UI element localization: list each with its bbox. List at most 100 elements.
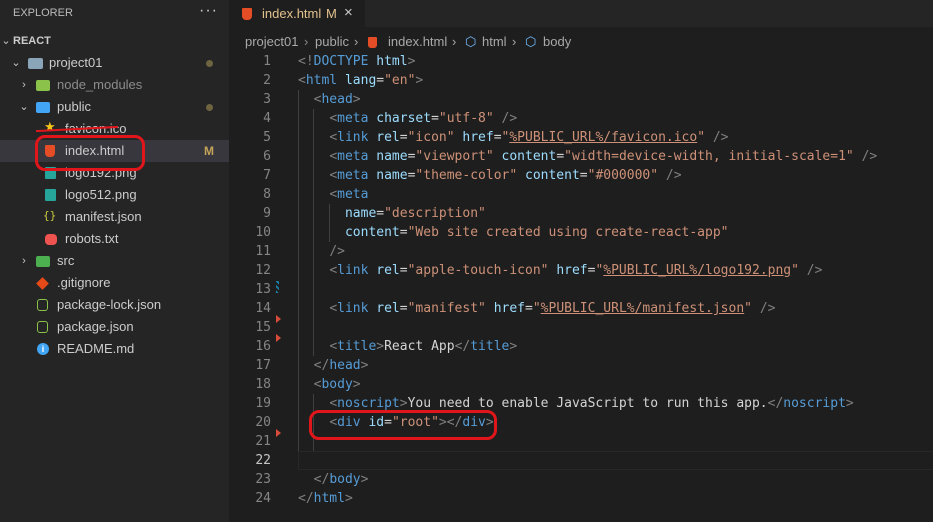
tree-item-label: public — [57, 99, 91, 114]
code-line[interactable]: <!DOCTYPE html> — [298, 52, 415, 71]
code-token: /> — [665, 168, 682, 183]
workspace-root-label: REACT — [13, 35, 51, 47]
code-line[interactable]: <body> — [298, 375, 361, 394]
tab-index-html[interactable]: index.html M × — [229, 0, 365, 27]
code-token: html — [305, 73, 338, 88]
line-number: 21 — [255, 434, 271, 449]
tree-item-public[interactable]: ⌄ public — [0, 96, 229, 118]
code-line[interactable]: <html lang="en"> — [298, 71, 423, 90]
code-token: "icon" — [407, 130, 455, 145]
code-token: < — [329, 301, 338, 316]
breadcrumb-project[interactable]: project01 — [245, 34, 298, 49]
chevron-right-icon: › — [354, 34, 359, 49]
current-line-highlight — [298, 451, 933, 470]
code-line[interactable]: content="Web site created using create-r… — [298, 223, 729, 242]
code-token: href — [556, 263, 588, 278]
code-token: "apple-touch-icon" — [407, 263, 549, 278]
code-token: "utf-8" — [438, 111, 494, 126]
code-line[interactable]: <meta — [298, 185, 368, 204]
code-line[interactable]: <link rel="apple-touch-icon" href="%PUBL… — [298, 261, 822, 280]
code-line[interactable]: <head> — [298, 90, 361, 109]
code-token: "Web site created using create-react-app… — [407, 225, 729, 240]
code-token: < — [329, 339, 338, 354]
breadcrumb-file[interactable]: index.html — [388, 34, 447, 49]
code-token: "#000000" — [587, 168, 659, 183]
line-number: 5 — [263, 130, 271, 145]
code-token: = — [556, 149, 565, 164]
code-token: "description" — [384, 206, 486, 221]
code-line[interactable]: </html> — [298, 489, 353, 508]
breadcrumb-folder[interactable]: public — [315, 34, 349, 49]
code-token: < — [329, 149, 338, 164]
tree-item-manifest[interactable]: {} manifest.json — [0, 206, 229, 228]
error-marker — [276, 315, 281, 323]
tree-item-robots[interactable]: robots.txt — [0, 228, 229, 250]
code-token: title — [337, 339, 377, 354]
more-actions-icon[interactable]: ··· — [199, 2, 218, 20]
tree-item-package-json[interactable]: package.json — [0, 316, 229, 338]
code-line[interactable]: <link rel="icon" href="%PUBLIC_URL%/favi… — [298, 128, 729, 147]
tree-item-logo512[interactable]: logo512.png — [0, 184, 229, 206]
code-token: > — [360, 358, 369, 373]
tree-item-readme[interactable]: i README.md — [0, 338, 229, 360]
code-token: /> — [501, 111, 518, 126]
indent-guide — [298, 90, 299, 470]
code-line[interactable]: </head> — [298, 356, 369, 375]
code-line[interactable]: </body> — [298, 470, 369, 489]
code-token: You need to enable JavaScript to run thi… — [407, 396, 768, 411]
symbol-icon: ⬡ — [525, 34, 537, 49]
image-icon — [45, 189, 56, 201]
code-line[interactable]: <title>React App</title> — [298, 337, 517, 356]
code-token: = — [399, 263, 408, 278]
indent-guide — [329, 204, 330, 242]
code-token: link — [337, 130, 369, 145]
star-icon: ★ — [44, 119, 56, 134]
code-line[interactable]: <meta name="theme-color" content="#00000… — [298, 166, 682, 185]
code-token: /> — [759, 301, 776, 316]
editor-tab-bar: index.html M × — [229, 0, 933, 27]
json-braces-icon: {} — [43, 209, 57, 222]
code-token: "en" — [384, 73, 416, 88]
code-token: %PUBLIC_URL%/manifest.json — [540, 301, 745, 316]
tree-item-label: project01 — [49, 55, 103, 70]
code-token: /> — [861, 149, 878, 164]
folder-open-icon — [28, 58, 43, 69]
tree-item-gitignore[interactable]: .gitignore — [0, 272, 229, 294]
tree-item-package-lock[interactable]: package-lock.json — [0, 294, 229, 316]
tree-item-label: src — [57, 253, 75, 268]
code-token: "viewport" — [415, 149, 494, 164]
code-line[interactable]: name="description" — [298, 204, 486, 223]
code-line[interactable]: /> — [298, 242, 345, 261]
modified-badge: M — [204, 144, 214, 158]
code-token: meta — [337, 168, 369, 183]
code-token: < — [329, 396, 338, 411]
tree-item-label: logo512.png — [65, 187, 137, 202]
code-token: name — [344, 206, 377, 221]
code-line[interactable]: <meta name="viewport" content="width=dev… — [298, 147, 877, 166]
tree-item-project01[interactable]: ⌄ project01 — [0, 52, 229, 74]
line-number: 12 — [255, 263, 271, 278]
code-token: /> — [806, 263, 823, 278]
workspace-root[interactable]: ⌄ REACT — [0, 30, 229, 52]
code-token: > — [352, 92, 361, 107]
breadcrumb-html[interactable]: html — [482, 34, 507, 49]
tree-item-src[interactable]: › src — [0, 250, 229, 272]
code-token: title — [470, 339, 510, 354]
chevron-down-icon: ⌄ — [1, 35, 11, 47]
code-token: < — [329, 130, 338, 145]
tree-item-node-modules[interactable]: › node_modules — [0, 74, 229, 96]
code-line[interactable]: <meta charset="utf-8" /> — [298, 109, 517, 128]
code-line[interactable]: <link rel="manifest" href="%PUBLIC_URL%/… — [298, 299, 775, 318]
code-token: = — [493, 130, 502, 145]
code-token: /> — [712, 130, 729, 145]
src-folder-icon — [36, 256, 50, 267]
code-token: > — [509, 339, 518, 354]
breadcrumb-body[interactable]: body — [543, 34, 571, 49]
code-token: noscript — [337, 396, 400, 411]
indent-guide — [313, 109, 314, 356]
close-icon[interactable]: × — [344, 4, 353, 21]
symbol-icon: ⬡ — [465, 34, 477, 49]
